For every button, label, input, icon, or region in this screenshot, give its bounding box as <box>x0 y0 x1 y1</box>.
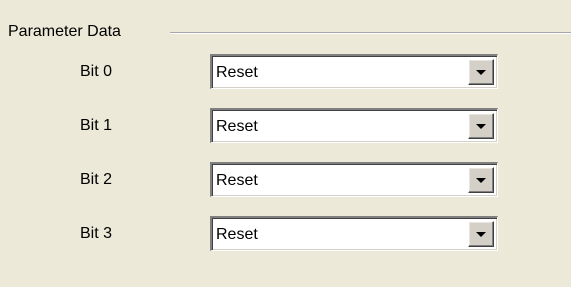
group-title: Parameter Data <box>8 21 123 43</box>
parameter-row-bit-1: Bit 1 Reset <box>0 108 571 145</box>
bit-1-select[interactable]: Reset <box>210 108 498 143</box>
group-border <box>170 32 571 34</box>
bit-2-selected-value: Reset <box>216 172 258 189</box>
bit-3-selected-value: Reset <box>216 226 258 243</box>
bit-0-select[interactable]: Reset <box>210 54 498 89</box>
bit-1-dropdown-button[interactable] <box>468 113 494 139</box>
parameter-label-bit-0: Bit 0 <box>80 63 113 80</box>
bit-0-dropdown-button[interactable] <box>468 59 494 85</box>
chevron-down-icon <box>476 232 486 237</box>
bit-3-dropdown-button[interactable] <box>468 221 494 247</box>
bit-3-select[interactable]: Reset <box>210 216 498 251</box>
parameter-label-bit-1: Bit 1 <box>80 117 113 134</box>
bit-2-dropdown-button[interactable] <box>468 167 494 193</box>
parameter-label-bit-3: Bit 3 <box>80 225 113 242</box>
parameter-data-group: Parameter Data Bit 0 Reset Bit 1 Reset B… <box>0 0 571 287</box>
parameter-row-bit-2: Bit 2 Reset <box>0 162 571 199</box>
bit-2-select[interactable]: Reset <box>210 162 498 197</box>
chevron-down-icon <box>476 178 486 183</box>
chevron-down-icon <box>476 70 486 75</box>
parameter-label-bit-2: Bit 2 <box>80 171 113 188</box>
chevron-down-icon <box>476 124 486 129</box>
bit-1-selected-value: Reset <box>216 118 258 135</box>
parameter-row-bit-3: Bit 3 Reset <box>0 216 571 253</box>
parameter-row-bit-0: Bit 0 Reset <box>0 54 571 91</box>
bit-0-selected-value: Reset <box>216 64 258 81</box>
